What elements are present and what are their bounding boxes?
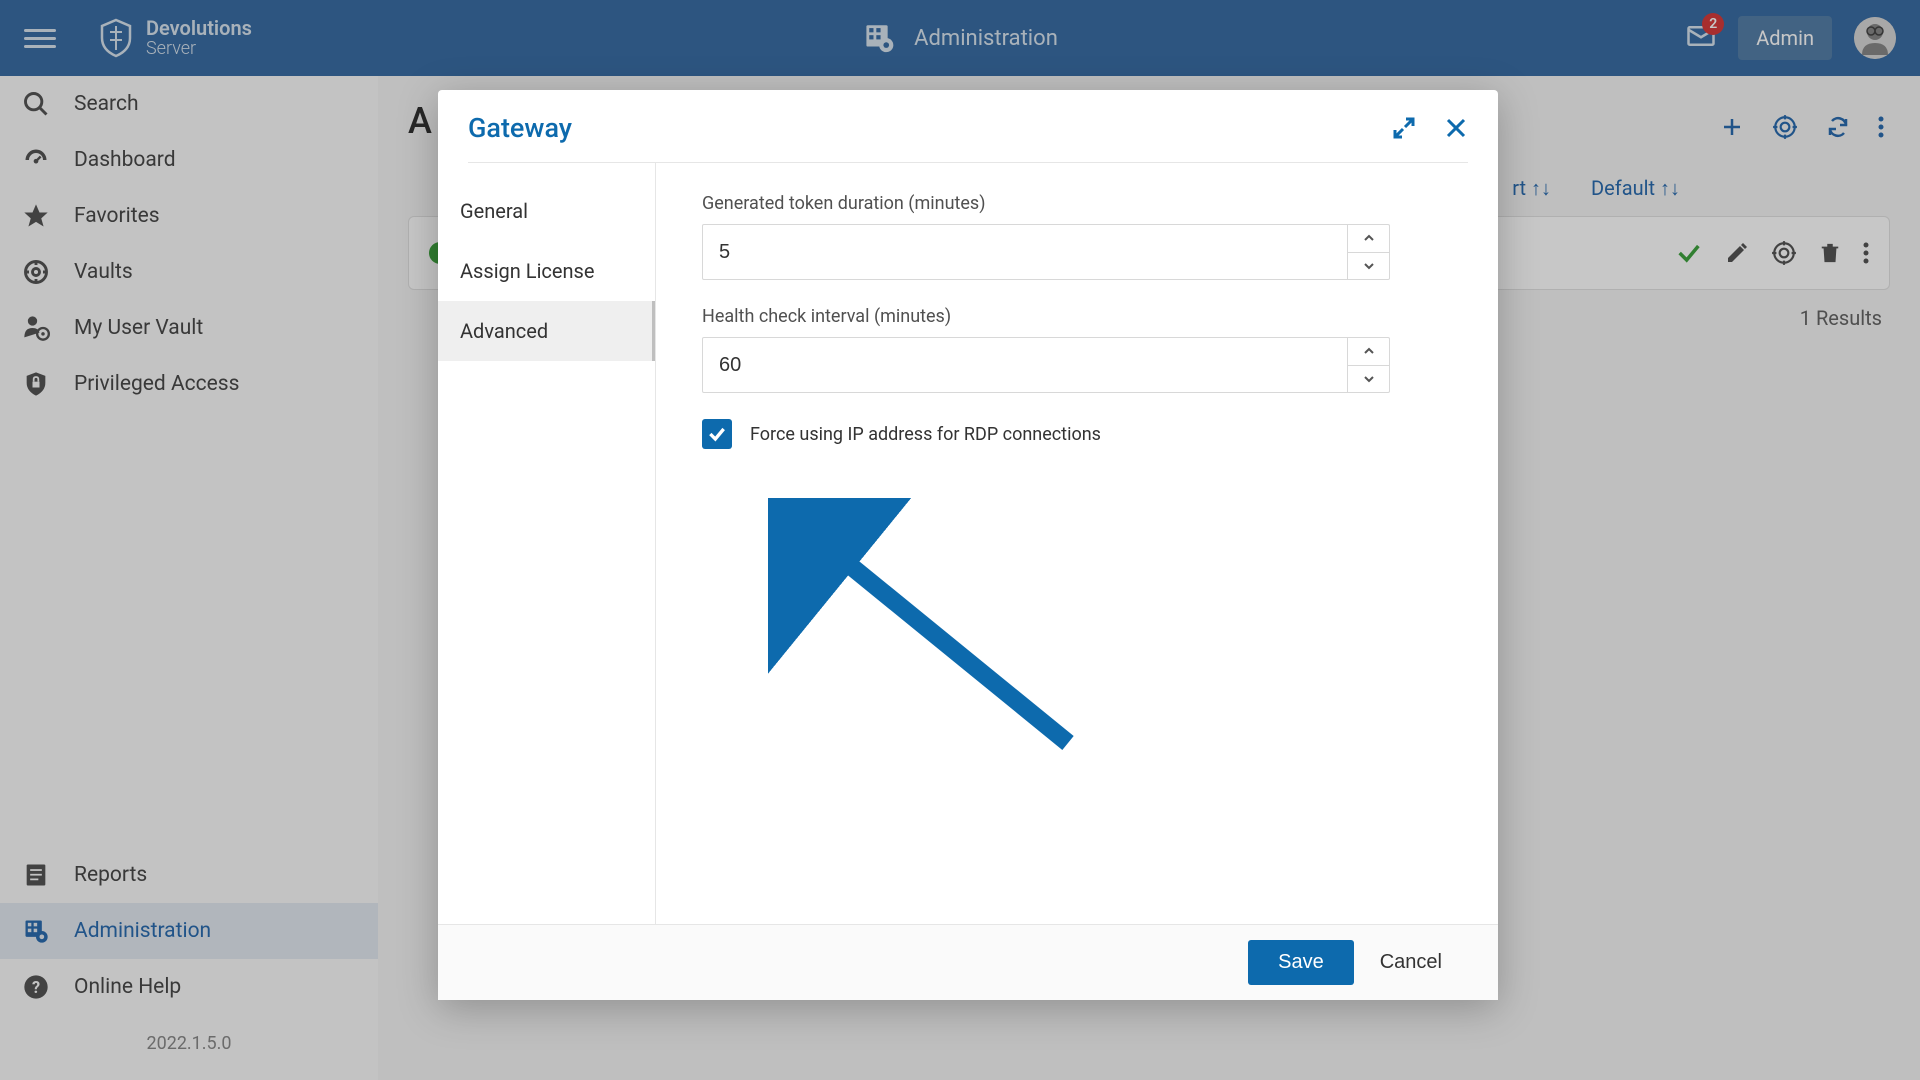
tab-advanced[interactable]: Advanced [438, 301, 655, 361]
dialog-title: Gateway [468, 112, 572, 144]
token-duration-label: Generated token duration (minutes) [702, 193, 1452, 214]
gateway-dialog: Gateway General Assign License Advanced … [438, 90, 1498, 1000]
token-decrement-button[interactable] [1348, 252, 1390, 281]
maximize-button[interactable] [1392, 116, 1416, 140]
health-interval-input[interactable] [702, 337, 1348, 393]
chevron-down-icon [1363, 262, 1375, 270]
cancel-button[interactable]: Cancel [1380, 951, 1442, 974]
token-duration-input[interactable] [702, 224, 1348, 280]
chevron-up-icon [1363, 347, 1375, 355]
force-ip-label: Force using IP address for RDP connectio… [750, 424, 1101, 445]
dialog-form: Generated token duration (minutes) Healt… [656, 163, 1498, 924]
close-button[interactable] [1444, 116, 1468, 140]
health-increment-button[interactable] [1348, 337, 1390, 365]
save-button[interactable]: Save [1248, 940, 1354, 985]
check-icon [707, 424, 727, 444]
chevron-down-icon [1363, 375, 1375, 383]
chevron-up-icon [1363, 234, 1375, 242]
force-ip-checkbox[interactable] [702, 419, 732, 449]
token-increment-button[interactable] [1348, 224, 1390, 252]
health-interval-label: Health check interval (minutes) [702, 306, 1452, 327]
tab-assign-license[interactable]: Assign License [438, 241, 655, 301]
tab-general[interactable]: General [438, 181, 655, 241]
health-decrement-button[interactable] [1348, 365, 1390, 394]
dialog-tabs: General Assign License Advanced [438, 163, 656, 924]
